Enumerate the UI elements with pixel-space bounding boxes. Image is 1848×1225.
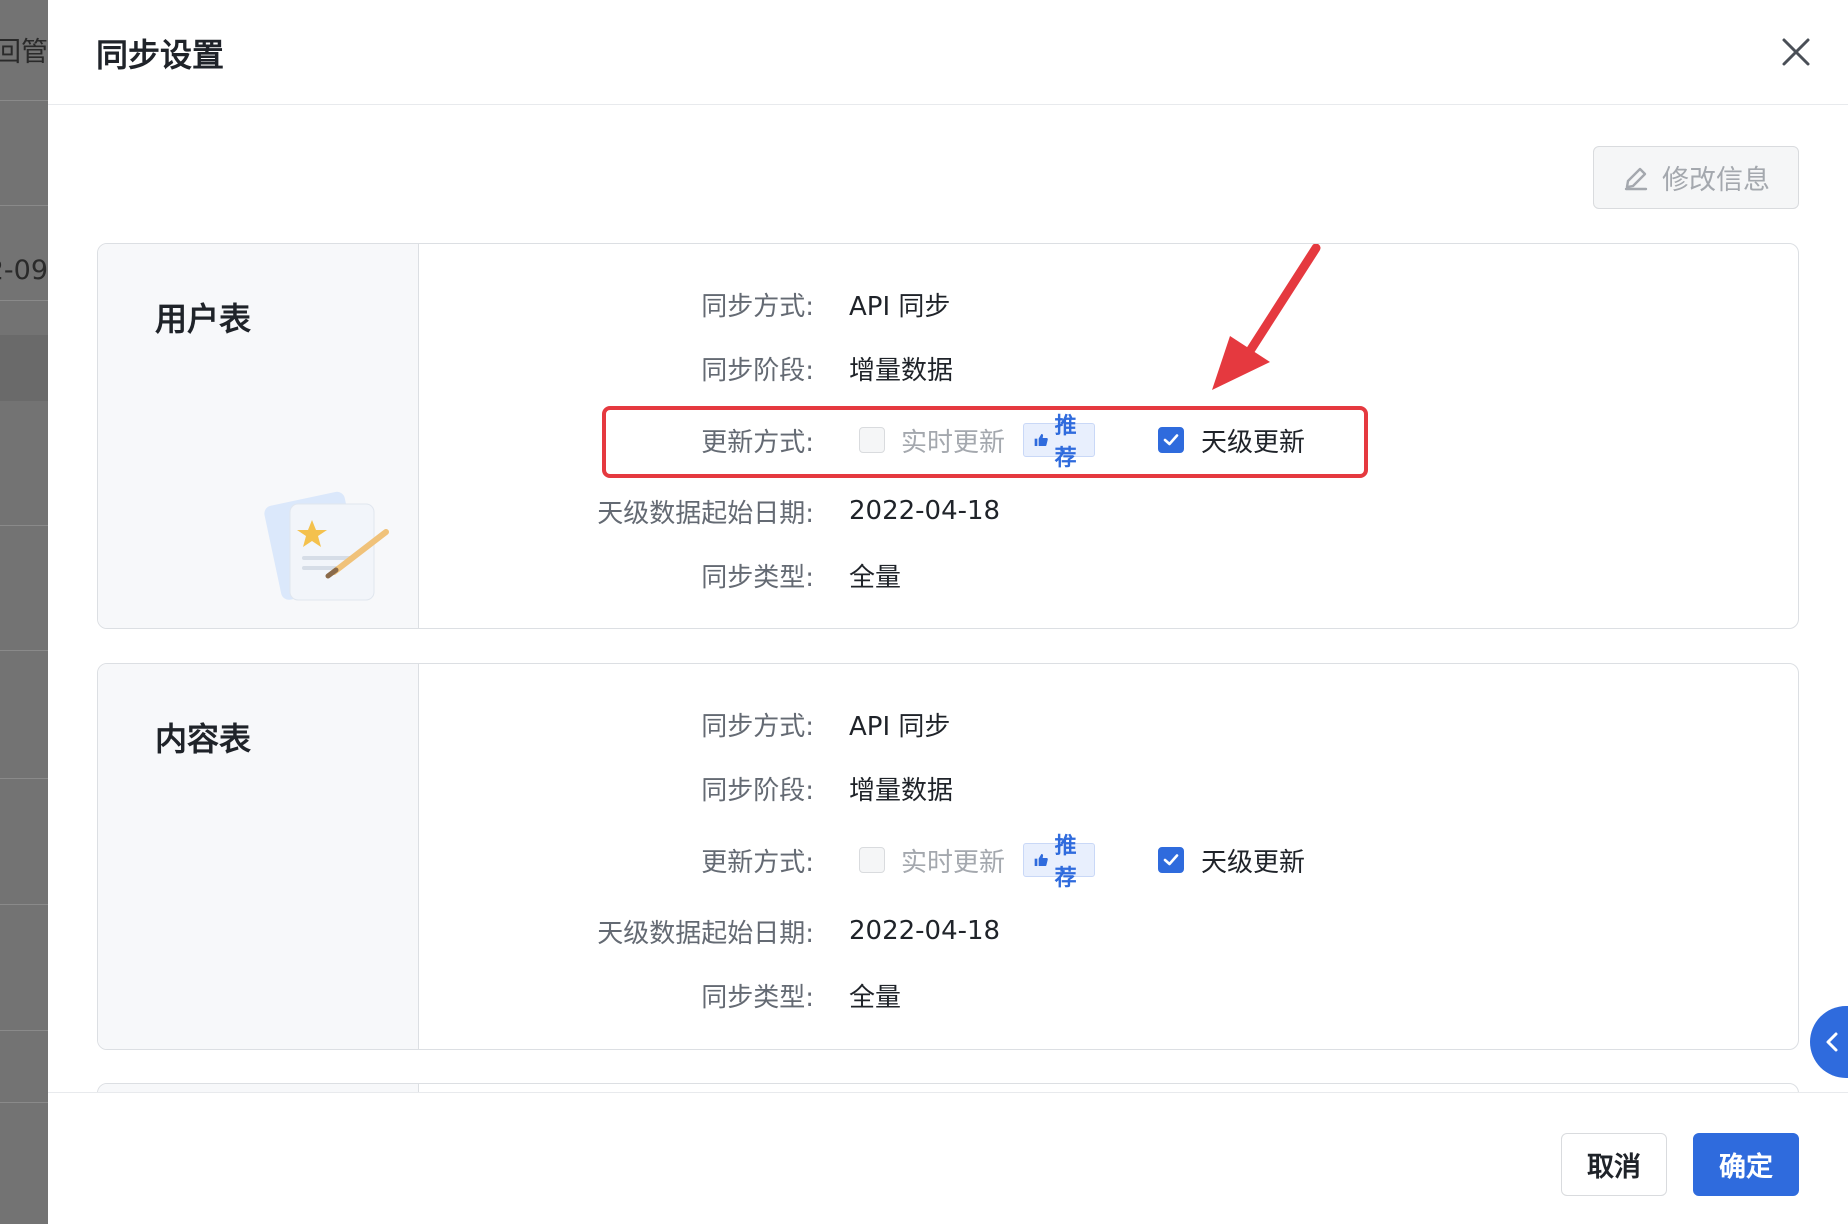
recommend-tag: 推荐: [1023, 834, 1096, 891]
background-text: 回管: [0, 37, 48, 68]
field-label: 同步类型:: [701, 982, 814, 1013]
realtime-update-checkbox[interactable]: [859, 847, 885, 873]
cancel-button[interactable]: 取消: [1561, 1133, 1667, 1196]
annotation-highlight-box: [602, 406, 1368, 478]
field-label: 同步方式:: [701, 291, 814, 322]
field-value: 全量: [849, 982, 902, 1013]
daily-update-checkbox[interactable]: [1158, 847, 1184, 873]
field-label: 天级数据起始日期:: [597, 498, 814, 529]
background-date: 2-09: [0, 255, 48, 286]
drawer-footer: 取消 确定: [48, 1092, 1848, 1225]
close-icon[interactable]: [1776, 32, 1816, 72]
field-value: 增量数据: [849, 775, 954, 806]
card-side-panel: 内容表: [98, 664, 419, 1049]
check-icon: [1163, 854, 1179, 866]
card-title: 内容表: [155, 720, 252, 758]
daily-update-label: 天级更新: [1201, 848, 1306, 878]
field-value: 增量数据: [849, 355, 954, 386]
thumbs-up-icon: [1034, 853, 1048, 867]
recommend-tag-label: 推荐: [1054, 834, 1077, 891]
document-illustration-icon: [264, 491, 389, 601]
card-title: 用户表: [155, 300, 252, 338]
field-label: 天级数据起始日期:: [597, 918, 814, 949]
realtime-update-label: 实时更新: [901, 848, 1006, 878]
chevron-left-icon: [1826, 1032, 1838, 1052]
edit-info-label: 修改信息: [1662, 165, 1770, 196]
card-side-panel: 用户表: [98, 244, 419, 628]
field-label: 同步阶段:: [701, 775, 814, 806]
edit-icon: [1624, 167, 1648, 190]
field-label: 更新方式:: [701, 847, 814, 878]
field-value: 全量: [849, 562, 902, 593]
edit-info-button[interactable]: 修改信息: [1593, 146, 1799, 209]
field-value: API 同步: [849, 291, 951, 322]
annotation-arrow-icon: [1212, 244, 1321, 390]
field-label: 同步类型:: [701, 562, 814, 593]
field-value: API 同步: [849, 711, 951, 742]
field-value: 2022-04-18: [849, 916, 1001, 946]
table-card-content: 内容表 同步方式: API 同步 同步阶段: 增量数据 更新方式: 实时更新 推…: [97, 663, 1799, 1050]
field-label: 同步阶段:: [701, 355, 814, 386]
drawer-header: 同步设置: [48, 0, 1848, 105]
drawer-title: 同步设置: [96, 36, 225, 74]
field-label: 同步方式:: [701, 711, 814, 742]
field-value: 2022-04-18: [849, 496, 1001, 526]
background-app: 回管 2-09: [0, 0, 48, 1224]
confirm-button[interactable]: 确定: [1693, 1133, 1799, 1196]
sync-settings-drawer: 同步设置 修改信息 用户表 同步方式: API 同步 同步阶段: 增量数据 更新…: [48, 0, 1848, 1225]
